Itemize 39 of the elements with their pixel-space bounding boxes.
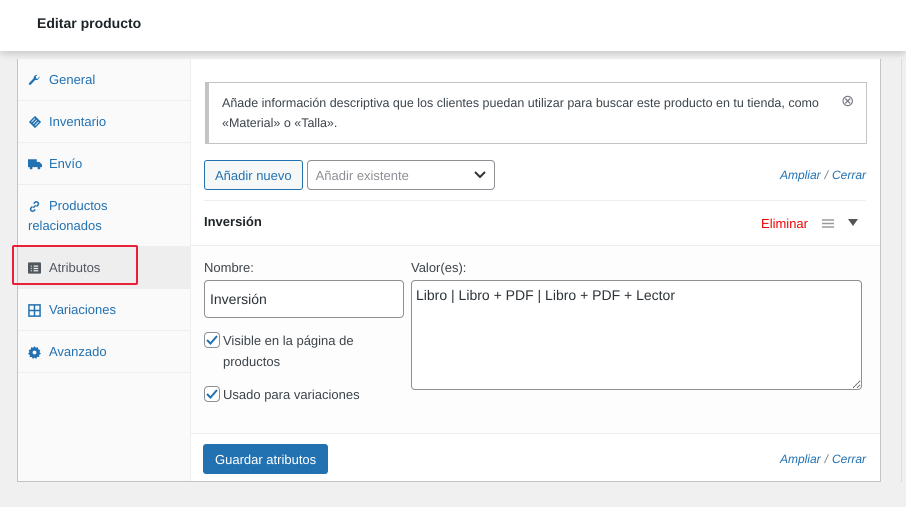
checkbox[interactable] — [204, 386, 220, 402]
separator: / — [824, 168, 828, 182]
sidebar-tab[interactable]: Variaciones — [18, 289, 190, 331]
close-link[interactable]: Cerrar — [832, 452, 866, 466]
list-icon — [28, 262, 41, 274]
caret-down-icon[interactable] — [848, 219, 858, 227]
checkmark-icon — [206, 335, 218, 345]
close-button[interactable]: ⊗ — [841, 93, 854, 111]
name-input[interactable]: Inversión — [204, 280, 404, 318]
field-label: Nombre: — [204, 260, 255, 276]
attribute-title: Inversión — [204, 214, 262, 228]
remove-link[interactable]: Eliminar — [761, 216, 808, 230]
sidebar-tab[interactable]: Inventario — [18, 101, 190, 143]
field-label: Valor(es): — [411, 260, 468, 276]
close-link[interactable]: Cerrar — [832, 168, 866, 182]
sidebar-tab[interactable]: General — [18, 59, 190, 101]
attribute-select[interactable]: Añadir existente — [306, 160, 495, 190]
values-textarea[interactable]: Libro | Libro + PDF | Libro + PDF + Lector — [411, 280, 862, 390]
tag-icon — [28, 115, 42, 129]
notice-text: Añade información descriptiva que los clientes puedan utilizar para buscar este producto en tu tienda, como «Material» o «Talla». — [222, 95, 820, 132]
drag-handle-icon[interactable] — [822, 218, 834, 228]
expand-link[interactable]: Ampliar — [780, 168, 821, 182]
checkbox[interactable] — [204, 332, 220, 348]
sidebar-tab[interactable]: Avanzado — [18, 331, 190, 373]
page-title: Editar producto — [37, 14, 142, 30]
sidebar-tab[interactable]: Envío — [18, 143, 190, 185]
chevron-down-icon — [474, 171, 486, 179]
gear-icon — [28, 346, 41, 358]
wrench-icon — [28, 74, 41, 86]
save-attributes-button[interactable]: Guardar atributos — [203, 444, 328, 474]
add-new-button[interactable]: Añadir nuevo — [204, 160, 303, 190]
checkbox-label: Usado para variaciones — [223, 386, 361, 404]
link-icon — [28, 200, 41, 212]
expand-link[interactable]: Ampliar — [780, 452, 821, 466]
grid-icon — [28, 304, 41, 316]
checkmark-icon — [206, 389, 218, 399]
truck-icon — [28, 158, 42, 170]
checkbox-label: Visible en la página de productos — [223, 332, 355, 371]
separator: / — [824, 452, 828, 466]
